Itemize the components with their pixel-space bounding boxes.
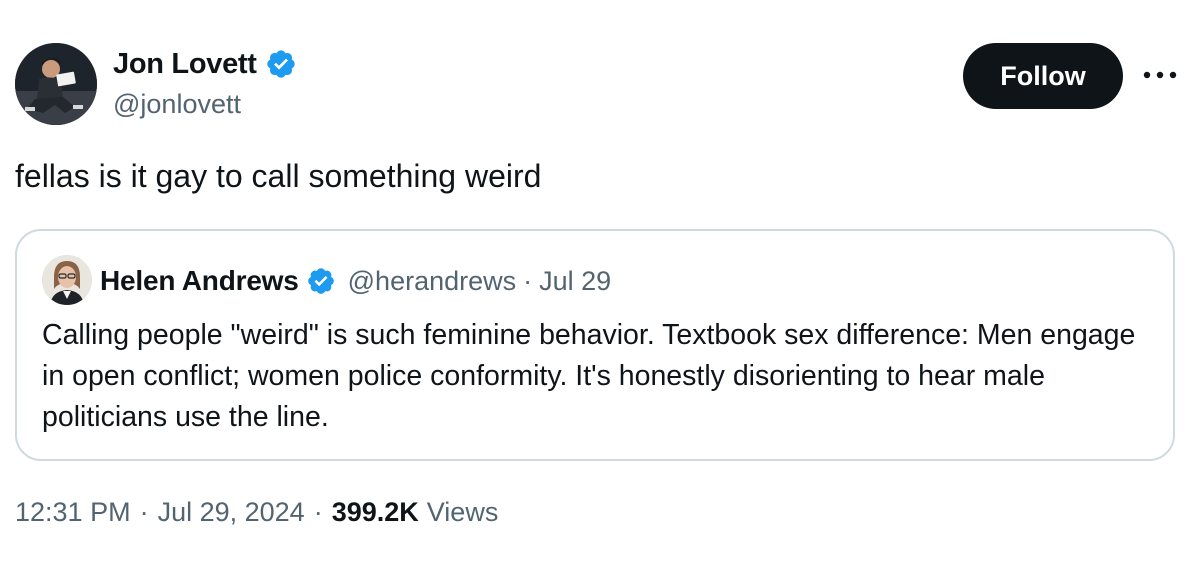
tweet-time[interactable]: 12:31 PM: [15, 497, 131, 528]
author-name[interactable]: Jon Lovett: [113, 48, 257, 81]
tweet-date[interactable]: Jul 29, 2024: [158, 497, 305, 528]
tweet: Jon Lovett @jonlovett Follow fellas is i…: [0, 0, 1200, 565]
quoted-tweet-text: Calling people "weird" is such feminine …: [42, 319, 1136, 433]
author-name-row: Jon Lovett: [113, 44, 297, 84]
quoted-author-avatar[interactable]: [42, 255, 92, 305]
verified-badge-icon[interactable]: [265, 48, 297, 80]
meta-separator: ·: [139, 497, 149, 527]
avatar-image-icon: [15, 43, 97, 125]
quoted-avatar-image-icon: [42, 255, 92, 305]
quoted-tweet-header: Helen Andrews @herandrews · Jul 29: [100, 261, 611, 301]
quoted-author-name: Helen Andrews: [100, 265, 299, 296]
follow-button[interactable]: Follow: [963, 43, 1123, 109]
quoted-tweet-card[interactable]: Helen Andrews @herandrews · Jul 29 Calli…: [15, 229, 1175, 461]
quoted-header-separator: ·: [523, 265, 533, 296]
more-horizontal-icon: [1143, 71, 1177, 79]
tweet-meta: 12:31 PM · Jul 29, 2024 · 399.2K Views: [15, 497, 498, 528]
views-label: Views: [426, 497, 499, 527]
quoted-tweet-date: Jul 29: [539, 265, 612, 296]
tweet-text: fellas is it gay to call something weird: [15, 158, 542, 194]
author-avatar[interactable]: [15, 43, 97, 125]
more-options-button[interactable]: [1138, 55, 1182, 95]
views-count[interactable]: 399.2K: [332, 497, 419, 528]
meta-separator: ·: [313, 497, 323, 527]
quoted-verified-badge-icon: [306, 266, 336, 296]
author-handle[interactable]: @jonlovett: [113, 89, 241, 120]
quoted-author-handle: @herandrews: [347, 265, 517, 296]
